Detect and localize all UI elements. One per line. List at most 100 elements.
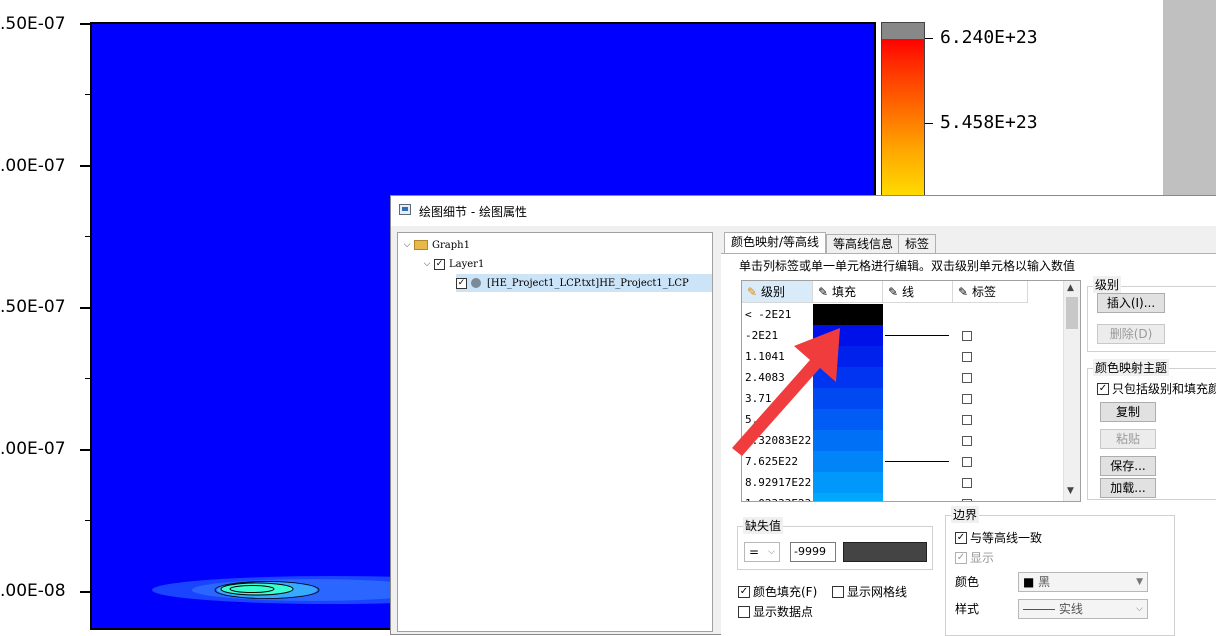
black-swatch-icon: ■	[1023, 575, 1035, 589]
y-tick	[80, 449, 90, 451]
y-tick-label: .00E-07	[0, 156, 66, 176]
column-header-line[interactable]: ✎ 线	[883, 281, 953, 303]
border-style-label: 样式	[955, 602, 980, 616]
label-checkbox[interactable]	[962, 478, 972, 488]
fill-cell[interactable]	[813, 493, 883, 501]
right-gray-panel	[1163, 0, 1216, 196]
insert-button[interactable]: 插入(I)...	[1097, 293, 1165, 313]
color-value: 黑	[1038, 575, 1051, 589]
border-style-select[interactable]: 实线 ⌵	[1018, 599, 1148, 619]
checkbox-label: 与等高线一致	[970, 531, 1043, 545]
plot-icon	[471, 278, 481, 288]
scroll-up-icon[interactable]: ▲	[1067, 283, 1074, 293]
only-levels-fill-checkbox[interactable]: ✓ 只包括级别和填充颜	[1097, 380, 1216, 397]
y-tick	[80, 307, 90, 309]
y-minor-tick	[85, 520, 90, 521]
tree-item-graph[interactable]: ⌵ Graph1	[402, 236, 470, 254]
y-tick-label: .00E-07	[0, 439, 66, 459]
color-fill-checkbox[interactable]: ✓ 颜色填充(F)	[738, 583, 817, 600]
column-header-label[interactable]: ✎ 标签	[953, 281, 1028, 303]
save-button[interactable]: 保存...	[1100, 456, 1156, 476]
checkbox-box: ✓	[738, 585, 750, 598]
label-checkbox[interactable]	[962, 373, 972, 383]
column-header-fill[interactable]: ✎ 填充	[813, 281, 883, 303]
chevron-down-icon[interactable]: ⌵	[422, 259, 432, 269]
pencil-icon: ✎	[957, 285, 969, 299]
checkbox-box: ✓	[955, 551, 967, 564]
show-points-checkbox[interactable]: 显示数据点	[738, 603, 813, 620]
tree-label: [HE_Project1_LCP.txt]HE_Project1_LCP	[487, 277, 689, 289]
tree-label: Graph1	[432, 239, 470, 251]
line-cell[interactable]	[885, 461, 949, 462]
label-checkbox[interactable]	[962, 436, 972, 446]
level-group-title: 级别	[1093, 276, 1122, 293]
fill-cell[interactable]	[813, 472, 883, 493]
y-tick	[80, 591, 90, 593]
header-text: 填充	[832, 285, 857, 299]
border-show-checkbox[interactable]: ✓ 显示	[955, 549, 994, 566]
window-icon	[399, 204, 411, 215]
same-as-contour-checkbox[interactable]: ✓ 与等高线一致	[955, 529, 1042, 546]
tree-item-layer[interactable]: ⌵ ✓ Layer1	[422, 255, 484, 273]
border-group-title: 边界	[951, 506, 980, 523]
grid-scrollbar[interactable]: ▲ ▼	[1063, 281, 1080, 501]
tab-labels[interactable]: 标签	[898, 234, 937, 253]
chevron-down-icon: ⌵	[1136, 604, 1143, 614]
tab-colormap-contour[interactable]: 颜色映射/等高线	[724, 232, 827, 253]
scroll-down-icon[interactable]: ▼	[1067, 486, 1074, 496]
checkbox-label: 颜色填充(F)	[753, 585, 818, 599]
label-checkbox[interactable]	[962, 331, 972, 341]
missing-color-swatch[interactable]	[843, 542, 927, 562]
tab-contour-info[interactable]: 等高线信息	[826, 234, 901, 253]
label-checkbox[interactable]	[962, 352, 972, 362]
label-checkbox[interactable]	[962, 457, 972, 467]
colorbar-tick	[925, 38, 933, 39]
colorbar	[881, 22, 925, 196]
colorbar-label: 5.458E+23	[940, 112, 1038, 133]
missing-value-input[interactable]: -9999	[790, 542, 836, 562]
dropdown-arrow-icon: ▼	[1136, 577, 1143, 587]
label-checkbox[interactable]	[962, 499, 972, 501]
scroll-thumb[interactable]	[1066, 297, 1078, 329]
layer-checkbox[interactable]: ✓	[434, 258, 445, 270]
missing-operator-select[interactable]: = ⌵	[744, 542, 780, 562]
border-color-label: 颜色	[955, 575, 980, 589]
dialog-titlebar[interactable]: 绘图细节 - 绘图属性	[391, 196, 1216, 226]
dialog-title: 绘图细节 - 绘图属性	[419, 205, 527, 219]
level-cell[interactable]: 8.92917E22	[745, 476, 811, 489]
checkbox-box	[832, 585, 844, 598]
y-tick	[80, 23, 90, 25]
plot-tree[interactable]: ⌵ Graph1 ⌵ ✓ Layer1 ✓ [HE_Project1_LCP.t…	[397, 232, 713, 632]
plot-checkbox[interactable]: ✓	[456, 277, 467, 289]
pencil-icon: ✎	[817, 285, 829, 299]
solid-line-icon	[1023, 609, 1055, 610]
folder-icon	[414, 240, 428, 250]
colorbar-label: 6.240E+23	[940, 27, 1038, 48]
theme-group-title: 颜色映射主题	[1093, 359, 1170, 376]
copy-button[interactable]: 复制	[1100, 402, 1156, 422]
red-annotation-arrow-icon	[732, 328, 840, 456]
paste-button[interactable]: 粘贴	[1100, 429, 1156, 449]
header-text: 标签	[972, 285, 997, 299]
style-value: 实线	[1058, 602, 1083, 616]
y-minor-tick	[85, 236, 90, 237]
header-text: 线	[902, 285, 915, 299]
border-color-select[interactable]: ■ 黑 ▼	[1018, 572, 1148, 592]
level-cell[interactable]: 1.02333E23	[745, 497, 811, 501]
operator-value: =	[749, 545, 760, 559]
chevron-down-icon[interactable]: ⌵	[402, 240, 412, 250]
tree-item-plot[interactable]: ✓ [HE_Project1_LCP.txt]HE_Project1_LCP	[456, 274, 712, 292]
label-checkbox[interactable]	[962, 415, 972, 425]
delete-button[interactable]: 删除(D)	[1097, 324, 1165, 344]
load-button[interactable]: 加载...	[1100, 478, 1156, 498]
y-minor-tick	[85, 94, 90, 95]
column-header-level[interactable]: ✎ 级别	[742, 281, 813, 303]
y-tick	[80, 165, 90, 167]
pencil-icon: ✎	[887, 285, 899, 299]
label-checkbox[interactable]	[962, 394, 972, 404]
checkbox-label: 显示	[970, 551, 995, 565]
show-grid-checkbox[interactable]: 显示网格线	[832, 583, 907, 600]
tree-label: Layer1	[449, 258, 485, 270]
instruction-text: 单击列标签或单一单元格进行编辑。双击级别单元格以输入数值	[739, 259, 1076, 273]
line-cell[interactable]	[885, 335, 949, 336]
